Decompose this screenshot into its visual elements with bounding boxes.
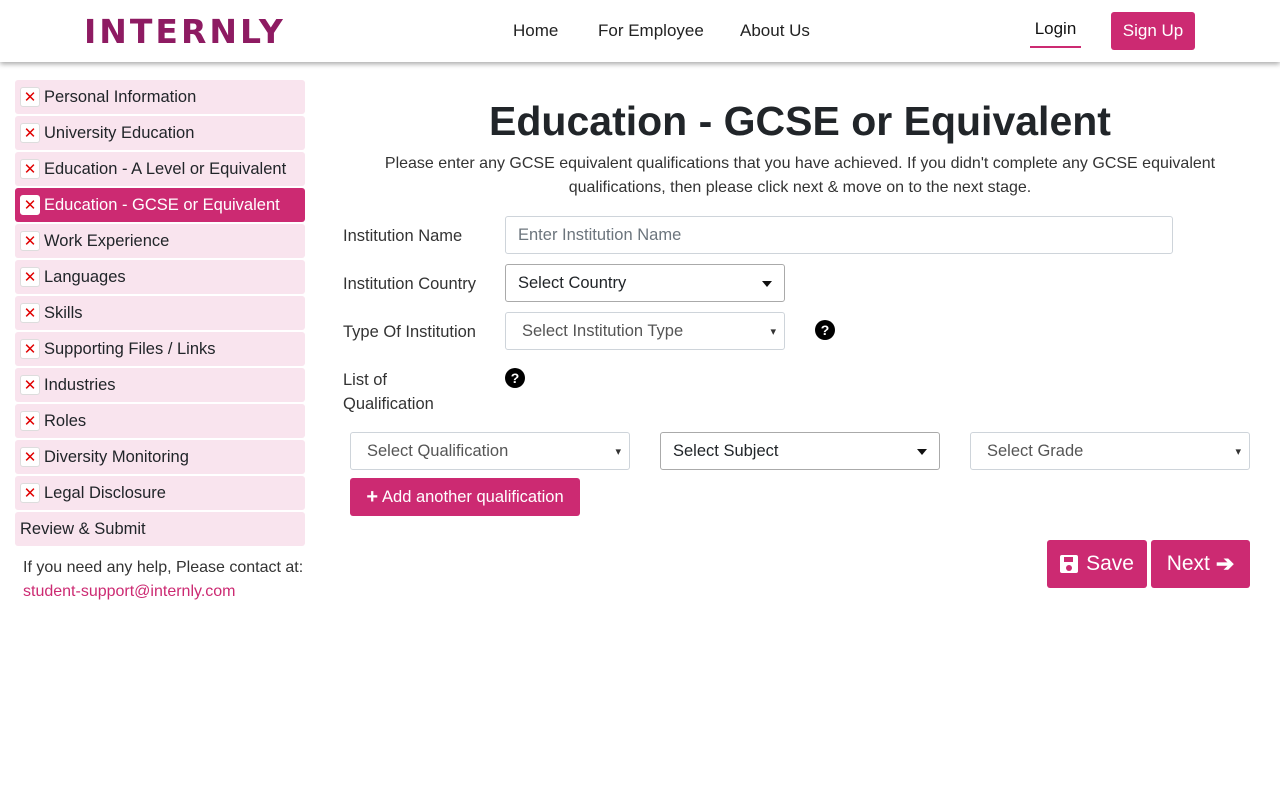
sidebar-item-review-submit[interactable]: Review & Submit <box>15 512 305 546</box>
chevron-down-icon: ▾ <box>615 446 621 458</box>
help-text: If you need any help, Please contact at: <box>23 559 304 576</box>
sidebar-item-university-education[interactable]: ✕ University Education <box>15 116 305 150</box>
internly-logo[interactable]: INTERNLY <box>84 12 286 52</box>
sidebar-item-legal-disclosure[interactable]: ✕ Legal Disclosure <box>15 476 305 510</box>
sidebar-item-diversity-monitoring[interactable]: ✕ Diversity Monitoring <box>15 440 305 474</box>
sidebar-item-label: Roles <box>44 411 87 430</box>
sidebar-item-gcse[interactable]: ✕ Education - GCSE or Equivalent <box>15 188 305 222</box>
institution-type-label: Type Of Institution <box>343 323 476 341</box>
sidebar-item-work-experience[interactable]: ✕ Work Experience <box>15 224 305 258</box>
sidebar-item-label: Industries <box>44 375 116 394</box>
caret-down-icon <box>917 449 927 455</box>
x-icon: ✕ <box>20 303 40 323</box>
x-icon: ✕ <box>20 375 40 395</box>
x-icon: ✕ <box>20 87 40 107</box>
question-circle-icon[interactable]: ? <box>815 320 835 340</box>
nav-about-us[interactable]: About Us <box>740 20 810 42</box>
floppy-disk-icon <box>1060 555 1079 573</box>
page-title: Education - GCSE or Equivalent <box>489 98 1111 144</box>
nav-home[interactable]: Home <box>513 20 558 42</box>
sidebar-item-label: Legal Disclosure <box>44 483 166 502</box>
x-icon: ✕ <box>20 267 40 287</box>
question-circle-icon[interactable]: ? <box>505 368 525 388</box>
x-icon: ✕ <box>20 231 40 251</box>
institution-type-value: Select Institution Type <box>522 321 684 340</box>
institution-name-input[interactable] <box>505 216 1173 254</box>
chevron-down-icon: ▾ <box>770 326 776 338</box>
add-qualification-label: Add another qualification <box>382 487 564 506</box>
x-icon: ✕ <box>20 159 40 179</box>
sidebar-item-label: Personal Information <box>44 87 197 106</box>
sidebar-item-roles[interactable]: ✕ Roles <box>15 404 305 438</box>
institution-name-label: Institution Name <box>343 227 463 245</box>
x-icon: ✕ <box>20 339 40 359</box>
institution-country-value: Select Country <box>518 273 627 292</box>
sidebar-item-industries[interactable]: ✕ Industries <box>15 368 305 402</box>
sign-up-button[interactable]: Sign Up <box>1111 12 1195 50</box>
x-icon: ✕ <box>20 195 40 215</box>
subject-value: Select Subject <box>673 441 779 460</box>
institution-type-select[interactable]: Select Institution Type ▾ <box>505 312 785 350</box>
subject-select[interactable]: Select Subject <box>660 432 940 470</box>
sidebar-item-label: Education - A Level or Equivalent <box>44 159 287 178</box>
arrow-right-icon: ➔ <box>1215 551 1235 576</box>
top-header: INTERNLY Home For Employee About Us Logi… <box>0 0 1280 62</box>
sidebar-item-personal-information[interactable]: ✕ Personal Information <box>15 80 305 114</box>
caret-down-icon <box>762 281 772 287</box>
qualification-list-label: List of Qualification <box>343 371 434 413</box>
institution-country-label: Institution Country <box>343 275 476 293</box>
save-label: Save <box>1086 552 1134 575</box>
nav-for-employee[interactable]: For Employee <box>598 20 704 42</box>
sidebar-item-label: Review & Submit <box>20 519 146 538</box>
sidebar-item-label: Supporting Files / Links <box>44 339 216 358</box>
save-button[interactable]: Save <box>1047 540 1147 588</box>
next-label: Next <box>1166 552 1210 575</box>
qualification-select[interactable]: Select Qualification ▾ <box>350 432 630 470</box>
chevron-down-icon: ▾ <box>1235 446 1241 458</box>
progress-sidebar: ✕ Personal Information ✕ University Educ… <box>15 80 305 548</box>
sidebar-item-supporting-files[interactable]: ✕ Supporting Files / Links <box>15 332 305 366</box>
help-contact: If you need any help, Please contact at:… <box>23 556 303 604</box>
grade-select[interactable]: Select Grade ▾ <box>970 432 1250 470</box>
sidebar-item-languages[interactable]: ✕ Languages <box>15 260 305 294</box>
sidebar-item-label: Work Experience <box>44 231 170 250</box>
x-icon: ✕ <box>20 123 40 143</box>
sidebar-item-a-level[interactable]: ✕ Education - A Level or Equivalent <box>15 152 305 186</box>
sidebar-item-label: University Education <box>44 123 195 142</box>
sidebar-item-label: Languages <box>44 267 126 286</box>
x-icon: ✕ <box>20 447 40 467</box>
x-icon: ✕ <box>20 483 40 503</box>
grade-value: Select Grade <box>987 441 1084 460</box>
sidebar-item-label: Education - GCSE or Equivalent <box>44 195 280 214</box>
sidebar-item-skills[interactable]: ✕ Skills <box>15 296 305 330</box>
add-qualification-button[interactable]: + Add another qualification <box>350 478 580 516</box>
sidebar-item-label: Skills <box>44 303 83 322</box>
plus-icon: + <box>366 486 379 508</box>
sidebar-item-label: Diversity Monitoring <box>44 447 189 466</box>
login-link[interactable]: Login <box>1030 18 1081 48</box>
x-icon: ✕ <box>20 411 40 431</box>
support-email-link[interactable]: student-support@internly.com <box>23 580 303 604</box>
next-button[interactable]: Next ➔ <box>1151 540 1250 588</box>
institution-country-select[interactable]: Select Country <box>505 264 785 302</box>
page-subtitle: Please enter any GCSE equivalent qualifi… <box>384 155 1216 196</box>
qualification-value: Select Qualification <box>367 441 509 460</box>
